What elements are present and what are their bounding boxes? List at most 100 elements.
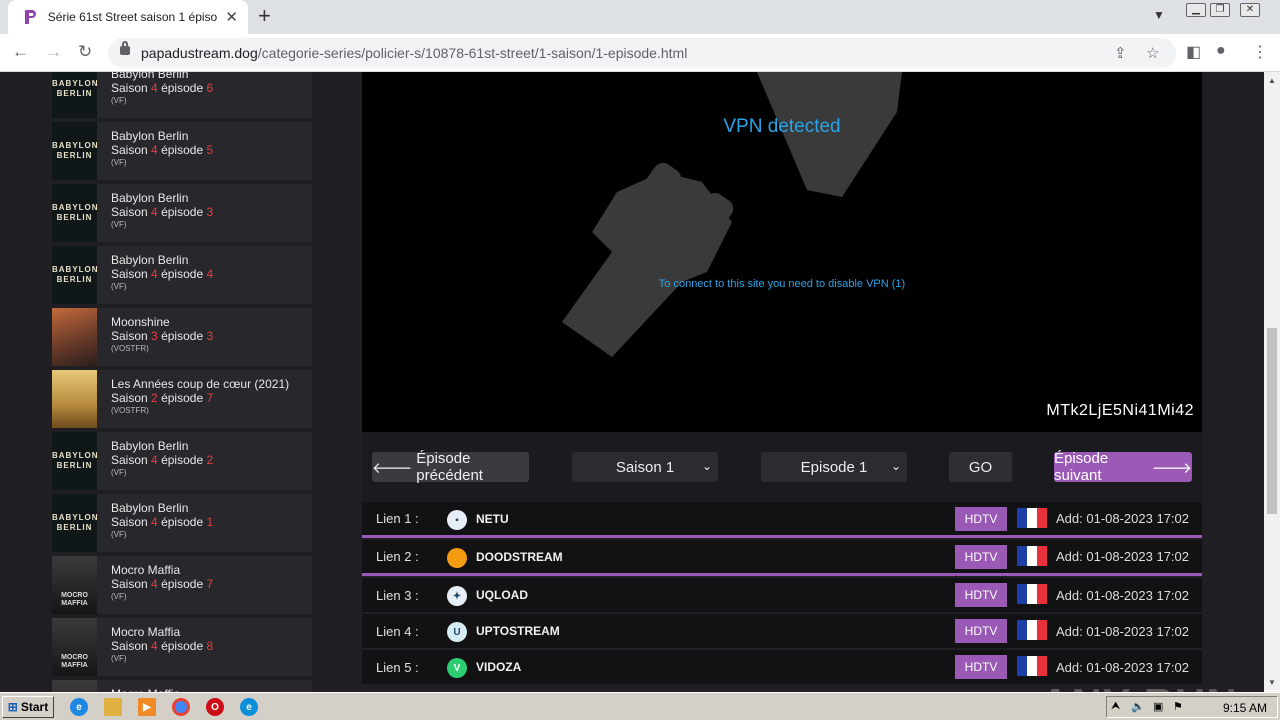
season-select[interactable]: Saison 1 ⌄ xyxy=(572,452,718,482)
windows-taskbar: ⊞ Start e ▶ O e ⮝ 🔈 ▣ ⚑ 9:15 AM xyxy=(0,692,1280,720)
reload-icon[interactable]: ↻ xyxy=(78,42,92,62)
series-title[interactable]: Babylon Berlin xyxy=(111,501,213,515)
series-title[interactable]: Moonshine xyxy=(111,315,213,329)
bookmark-star-icon[interactable]: ☆ xyxy=(1146,44,1159,62)
chrome-icon[interactable] xyxy=(172,698,190,716)
explorer-folder-icon[interactable] xyxy=(104,698,122,716)
stream-link-row[interactable]: Lien 4 : U UPTOSTREAM HDTV Add: 01-08-2023 1… xyxy=(362,614,1202,648)
back-icon[interactable]: ← xyxy=(12,42,29,62)
stream-link-row[interactable]: Lien 1 : ▪ NETU HDTV Add: 01-08-2023 17:02 xyxy=(362,502,1202,538)
address-bar[interactable]: papadustream.dog/categorie-series/polici… xyxy=(108,38,1176,68)
link-label: Lien 3 : xyxy=(376,587,419,603)
episode-thumbnail[interactable] xyxy=(52,370,97,428)
series-title[interactable]: Mocro Maffia xyxy=(111,625,213,639)
media-player-icon[interactable]: ▶ xyxy=(138,698,156,716)
sidebar-episode-item[interactable]: BABYLON BERLIN Babylon Berlin Saison 4 épi… xyxy=(52,122,312,180)
episode-thumbnail[interactable]: MOCRO MAFFIA xyxy=(52,618,97,676)
ie-icon[interactable]: e xyxy=(70,698,88,716)
episode-thumbnail[interactable]: BABYLON BERLIN xyxy=(52,432,97,490)
scroll-down-icon[interactable]: ▼ xyxy=(1268,678,1276,687)
sidebar-episode-item[interactable]: Mocro Maffia xyxy=(52,680,312,692)
forward-icon[interactable]: → xyxy=(45,42,62,62)
episode-info: Mocro Maffia xyxy=(97,680,180,692)
episode-thumbnail[interactable]: BABYLON BERLIN xyxy=(52,184,97,242)
host-name[interactable]: UQLOAD xyxy=(476,588,528,602)
episode-thumbnail[interactable] xyxy=(52,680,97,692)
sidebar-episode-item[interactable]: BABYLON BERLIN Babylon Berlin Saison 4 épi… xyxy=(52,246,312,304)
sidebar-episode-item[interactable]: Les Années coup de cœur (2021) Saison 2 é… xyxy=(52,370,312,428)
season-episode: Saison 2 épisode 7 xyxy=(111,391,214,405)
series-title[interactable]: Babylon Berlin xyxy=(111,191,213,205)
host-icon: U xyxy=(447,622,467,642)
scrollbar-thumb[interactable] xyxy=(1267,328,1277,514)
episode-thumbnail[interactable]: BABYLON BERLIN xyxy=(52,494,97,552)
side-panel-icon[interactable]: ◧ xyxy=(1186,42,1201,62)
series-title[interactable]: Mocro Maffia xyxy=(111,563,213,577)
language-tag: (VF) xyxy=(111,220,127,229)
episode-thumbnail[interactable]: BABYLON BERLIN xyxy=(52,122,97,180)
speaker-icon[interactable]: 🔈 xyxy=(1131,700,1145,713)
stream-link-row[interactable]: Lien 2 : DOODSTREAM HDTV Add: 01-08-2023 17… xyxy=(362,540,1202,576)
flag-icon[interactable]: ⚑ xyxy=(1173,700,1183,713)
close-tab-icon[interactable]: ✕ xyxy=(225,8,238,26)
browser-tab[interactable]: Série 61st Street saison 1 épisode 1 ✕ xyxy=(8,0,248,34)
episode-select[interactable]: Episode 1 ⌄ xyxy=(761,452,907,482)
video-player[interactable]: VPN detected To connect to this site you… xyxy=(362,72,1202,432)
sidebar-episode-item[interactable]: Moonshine Saison 3 épisode 3 (VOSTFR) xyxy=(52,308,312,366)
menu-icon[interactable]: ⋮ xyxy=(1252,42,1268,62)
edge-icon[interactable]: e xyxy=(240,698,258,716)
episode-info: Les Années coup de cœur (2021) Saison 2 é… xyxy=(97,370,289,428)
next-episode-button[interactable]: Épisode suivant 🡒 xyxy=(1054,450,1192,484)
sidebar-episode-item[interactable]: BABYLON BERLIN Babylon Berlin Saison 4 épi… xyxy=(52,184,312,242)
series-title[interactable]: Babylon Berlin xyxy=(111,439,213,453)
start-button[interactable]: ⊞ Start xyxy=(2,696,54,718)
sidebar-episode-item[interactable]: BABYLON BERLIN Babylon Berlin Saison 4 épi… xyxy=(52,494,312,552)
language-tag: (VF) xyxy=(111,282,127,291)
series-title[interactable]: Babylon Berlin xyxy=(111,72,213,81)
scroll-up-icon[interactable]: ▲ xyxy=(1268,76,1276,85)
opera-icon[interactable]: O xyxy=(206,698,224,716)
season-episode: Saison 4 épisode 8 xyxy=(111,639,214,653)
previous-episode-button[interactable]: 🡐 Épisode précédent xyxy=(372,450,529,484)
host-icon: ✦ xyxy=(447,586,467,606)
browser-toolbar: ← → ↻ papadustream.dog/categorie-series/… xyxy=(0,34,1280,72)
tray-expand-icon[interactable]: ⮝ xyxy=(1111,700,1120,713)
sidebar-episode-item[interactable]: BABYLON BERLIN Babylon Berlin Saison 4 épi… xyxy=(52,72,312,118)
chevron-down-icon: ⌄ xyxy=(701,459,712,473)
sidebar-episode-item[interactable]: MOCRO MAFFIA Mocro Maffia Saison 4 épisode… xyxy=(52,618,312,676)
episode-info: Babylon Berlin Saison 4 épisode 6 (VF) xyxy=(97,72,213,118)
host-name[interactable]: UPTOSTREAM xyxy=(476,624,560,638)
season-episode: Saison 4 épisode 7 xyxy=(111,577,214,591)
host-name[interactable]: NETU xyxy=(476,512,509,526)
profile-icon[interactable]: ● xyxy=(1216,42,1226,60)
host-name[interactable]: DOODSTREAM xyxy=(476,550,563,564)
sidebar-episode-item[interactable]: BABYLON BERLIN Babylon Berlin Saison 4 épi… xyxy=(52,432,312,490)
link-label: Lien 5 : xyxy=(376,659,419,675)
language-tag: (VF) xyxy=(111,468,127,477)
minimize-icon[interactable]: ▁ xyxy=(1186,3,1206,17)
restore-icon[interactable]: ❐ xyxy=(1210,3,1230,17)
go-button[interactable]: GO xyxy=(949,452,1012,482)
share-icon[interactable]: ⇪ xyxy=(1114,44,1127,62)
episode-thumbnail[interactable] xyxy=(52,308,97,366)
quality-badge: HDTV xyxy=(955,507,1007,531)
close-window-icon[interactable]: ✕ xyxy=(1240,3,1260,17)
tab-search-chevron-icon[interactable]: ▼ xyxy=(1153,8,1165,22)
episode-thumbnail[interactable]: MOCRO MAFFIA xyxy=(52,556,97,614)
stream-link-row[interactable]: Lien 3 : ✦ UQLOAD HDTV Add: 01-08-2023 17:02 xyxy=(362,578,1202,612)
series-title[interactable]: Babylon Berlin xyxy=(111,253,213,267)
host-name[interactable]: VIDOZA xyxy=(476,660,521,674)
series-title[interactable]: Babylon Berlin xyxy=(111,129,213,143)
season-episode: Saison 4 épisode 5 xyxy=(111,143,214,157)
lock-icon[interactable] xyxy=(120,41,130,55)
episode-thumbnail[interactable]: BABYLON BERLIN xyxy=(52,246,97,304)
stream-link-row[interactable]: Lien 5 : V VIDOZA HDTV Add: 01-08-2023 17:02 xyxy=(362,650,1202,684)
network-icon[interactable]: ▣ xyxy=(1153,700,1163,713)
new-tab-icon[interactable]: + xyxy=(258,4,271,28)
series-title[interactable]: Les Années coup de cœur (2021) xyxy=(111,377,289,391)
episode-thumbnail[interactable]: BABYLON BERLIN xyxy=(52,72,97,118)
episode-navigation: 🡐 Épisode précédent Saison 1 ⌄ Episode 1 ⌄ … xyxy=(362,432,1202,502)
sidebar-episode-item[interactable]: MOCRO MAFFIA Mocro Maffia Saison 4 épisode… xyxy=(52,556,312,614)
page-scrollbar[interactable]: ▲ ▼ xyxy=(1264,72,1280,692)
quality-badge: HDTV xyxy=(955,619,1007,643)
